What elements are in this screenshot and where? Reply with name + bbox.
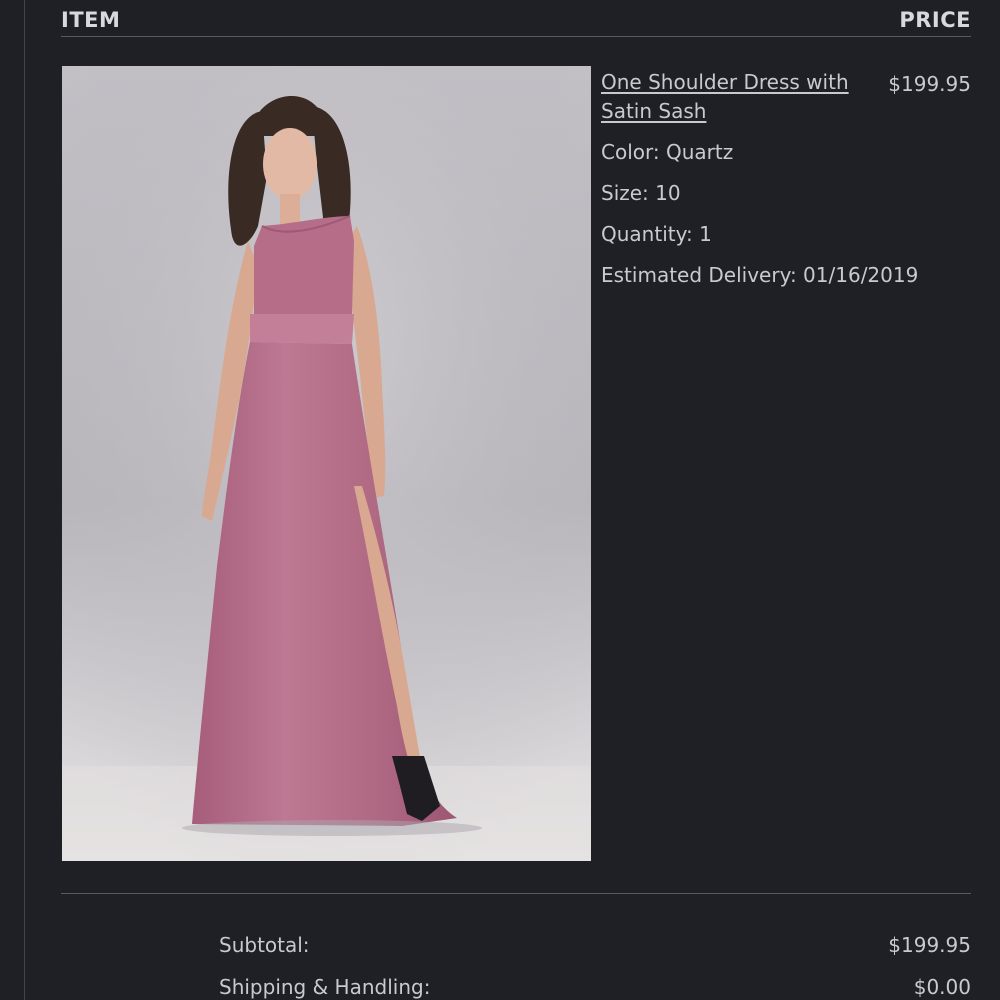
shipping-label: Shipping & Handling: xyxy=(219,975,431,999)
product-image[interactable] xyxy=(62,66,591,861)
table-header: ITEM PRICE xyxy=(61,0,971,37)
product-quantity: Quantity: 1 xyxy=(601,222,712,246)
item-column-header: ITEM xyxy=(61,8,121,32)
order-summary-page: ITEM PRICE One Shoulder Dress with Satin… xyxy=(0,0,1000,1000)
product-price: $199.95 xyxy=(888,72,971,96)
price-column-header: PRICE xyxy=(899,8,971,32)
subtotal-value: $199.95 xyxy=(888,933,971,957)
summary-divider xyxy=(61,893,971,894)
left-divider xyxy=(24,0,25,1000)
product-color: Color: Quartz xyxy=(601,140,734,164)
estimated-delivery: Estimated Delivery: 01/16/2019 xyxy=(601,263,919,287)
dress-photo-illustration xyxy=(62,66,591,861)
product-size: Size: 10 xyxy=(601,181,681,205)
subtotal-label: Subtotal: xyxy=(219,933,310,957)
product-name-link[interactable]: One Shoulder Dress with Satin Sash xyxy=(601,68,883,126)
shipping-value: $0.00 xyxy=(913,975,971,999)
product-details: One Shoulder Dress with Satin Sash Color… xyxy=(601,68,919,290)
